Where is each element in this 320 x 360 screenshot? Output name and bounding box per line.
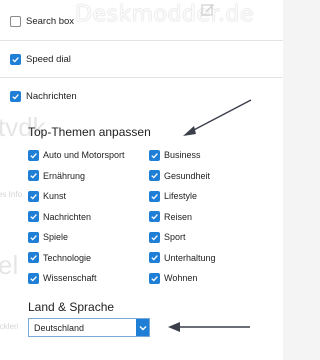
option-label: Search box <box>26 15 75 27</box>
topic-label: Lifestyle <box>164 191 198 201</box>
topic-label: Kunst <box>43 191 67 201</box>
checkbox[interactable] <box>28 149 39 161</box>
checkbox[interactable] <box>149 149 160 161</box>
background-text: es Info <box>0 190 23 199</box>
checkbox[interactable] <box>28 231 39 243</box>
topic-label: Technologie <box>43 252 92 263</box>
option-label: Speed dial <box>26 53 71 65</box>
checkbox[interactable] <box>149 272 160 284</box>
topic-item[interactable]: Wohnen <box>149 271 197 285</box>
topic-item[interactable]: Kunst <box>28 189 66 203</box>
topic-label: Reisen <box>164 211 193 222</box>
topic-item[interactable]: Wissenschaft <box>28 271 97 285</box>
topic-item[interactable]: Spiele <box>28 230 68 244</box>
topic-label: Nachrichten <box>43 211 92 222</box>
chevron-down-icon[interactable] <box>136 319 149 336</box>
checkbox[interactable] <box>28 170 39 181</box>
option-speed-dial[interactable]: Speed dial <box>0 41 283 77</box>
topic-label: Wohnen <box>164 273 198 283</box>
topic-label: Gesundheit <box>164 170 211 181</box>
checkbox[interactable] <box>149 231 160 243</box>
option-label: Nachrichten <box>26 90 77 102</box>
checkbox[interactable] <box>149 211 160 222</box>
region-title: Land & Sprache <box>28 300 115 314</box>
topic-label: Sport <box>164 232 186 242</box>
topic-label: Unterhaltung <box>164 252 216 263</box>
settings-panel: tvdk es Info el lckleri Deskmodder.de Se… <box>0 0 283 360</box>
checkbox[interactable] <box>10 90 21 102</box>
checkbox[interactable] <box>28 190 39 202</box>
checkbox[interactable] <box>28 252 39 263</box>
checkbox[interactable] <box>10 53 21 65</box>
topic-item[interactable]: Unterhaltung <box>149 251 216 265</box>
option-search-box[interactable]: Search box <box>0 3 283 39</box>
topic-item[interactable]: Ernährung <box>28 169 85 183</box>
topic-item[interactable]: Nachrichten <box>28 210 91 224</box>
background-text: lckleri <box>0 322 19 331</box>
checkbox[interactable] <box>149 252 160 263</box>
checkbox[interactable] <box>149 170 160 181</box>
topic-item[interactable]: Reisen <box>149 210 192 224</box>
checkbox[interactable] <box>149 190 160 202</box>
annotation-arrow-icon <box>183 99 252 136</box>
topic-item[interactable]: Gesundheit <box>149 169 210 183</box>
topic-item[interactable]: Technologie <box>28 251 91 265</box>
checkbox[interactable] <box>28 211 39 222</box>
topic-item[interactable]: Sport <box>149 230 186 244</box>
checkbox[interactable] <box>28 272 39 284</box>
topics-title: Top-Themen anpassen <box>28 125 151 139</box>
country-select[interactable]: Deutschland <box>28 318 150 337</box>
topic-label: Ernährung <box>43 170 86 181</box>
topic-label: Business <box>164 150 201 160</box>
topic-label: Wissenschaft <box>43 273 97 283</box>
topic-item[interactable]: Business <box>149 148 201 162</box>
topic-item[interactable]: Auto und Motorsport <box>28 148 125 162</box>
country-select-value: Deutschland <box>34 322 85 333</box>
topic-label: Spiele <box>43 232 69 242</box>
topic-label: Auto und Motorsport <box>43 150 125 160</box>
checkbox[interactable] <box>10 15 21 27</box>
background-text: el <box>0 250 19 280</box>
topic-item[interactable]: Lifestyle <box>149 189 197 203</box>
annotation-arrow-icon <box>168 322 250 332</box>
